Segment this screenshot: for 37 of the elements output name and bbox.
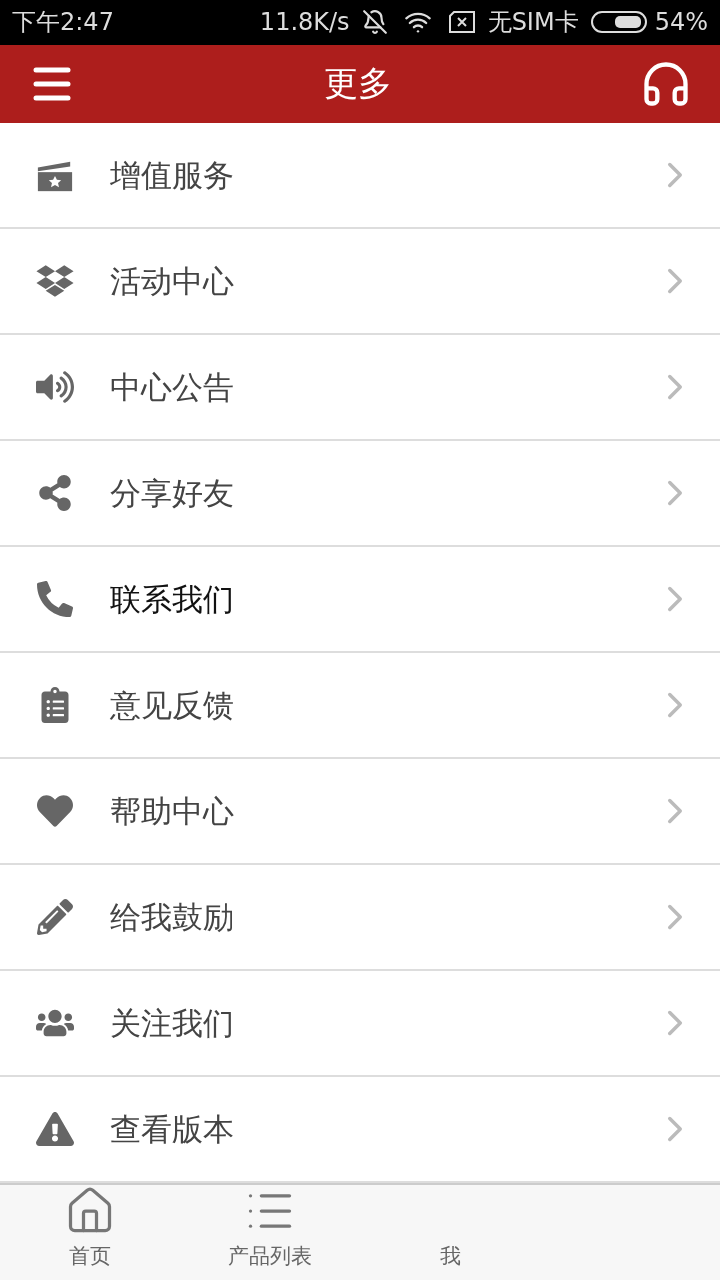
menu-item[interactable]: 增值服务 — [0, 123, 720, 229]
sim-icon — [447, 10, 476, 35]
dropbox-icon — [36, 263, 74, 299]
phone-icon — [36, 581, 74, 617]
menu-label: 给我鼓励 — [110, 897, 235, 937]
menu-item[interactable]: 分享好友 — [0, 441, 720, 547]
heart-icon — [36, 793, 74, 829]
tab-item[interactable]: 产品列表 — [180, 1185, 360, 1280]
menu-item[interactable]: 帮助中心 — [0, 759, 720, 865]
menu-label: 关注我们 — [110, 1003, 235, 1043]
menu-item[interactable]: 中心公告 — [0, 335, 720, 441]
status-time: 下午2:47 — [12, 7, 114, 39]
menu-label: 增值服务 — [110, 155, 235, 195]
network-speed: 11.8K/s — [259, 7, 350, 39]
menu-label: 活动中心 — [110, 261, 235, 301]
menu-item[interactable]: 联系我们 — [0, 547, 720, 653]
menu-label: 意见反馈 — [110, 685, 235, 725]
tab-item[interactable]: 首页 — [0, 1185, 180, 1280]
menu-item[interactable]: 给我鼓励 — [0, 865, 720, 971]
battery-level: 54% — [654, 7, 708, 39]
menu-item[interactable]: 关注我们 — [0, 971, 720, 1077]
menu-label: 查看版本 — [110, 1109, 235, 1149]
sim-status: 无SIM卡 — [487, 7, 579, 39]
menu-item[interactable]: 活动中心 — [0, 229, 720, 335]
menu-label: 中心公告 — [110, 367, 235, 407]
menu-item[interactable]: 意见反馈 — [0, 653, 720, 759]
menu-label: 分享好友 — [110, 473, 235, 513]
pencil-icon — [36, 899, 74, 935]
battery-icon — [590, 10, 647, 35]
mute-icon — [361, 9, 388, 36]
warning-icon — [36, 1111, 74, 1147]
share-icon — [36, 475, 74, 511]
speaker-icon — [36, 369, 74, 405]
page-title: 更多 — [324, 62, 392, 106]
menu-label: 联系我们 — [110, 579, 235, 619]
menu-label: 帮助中心 — [110, 791, 235, 831]
tab-item[interactable]: 我 — [360, 1185, 540, 1280]
